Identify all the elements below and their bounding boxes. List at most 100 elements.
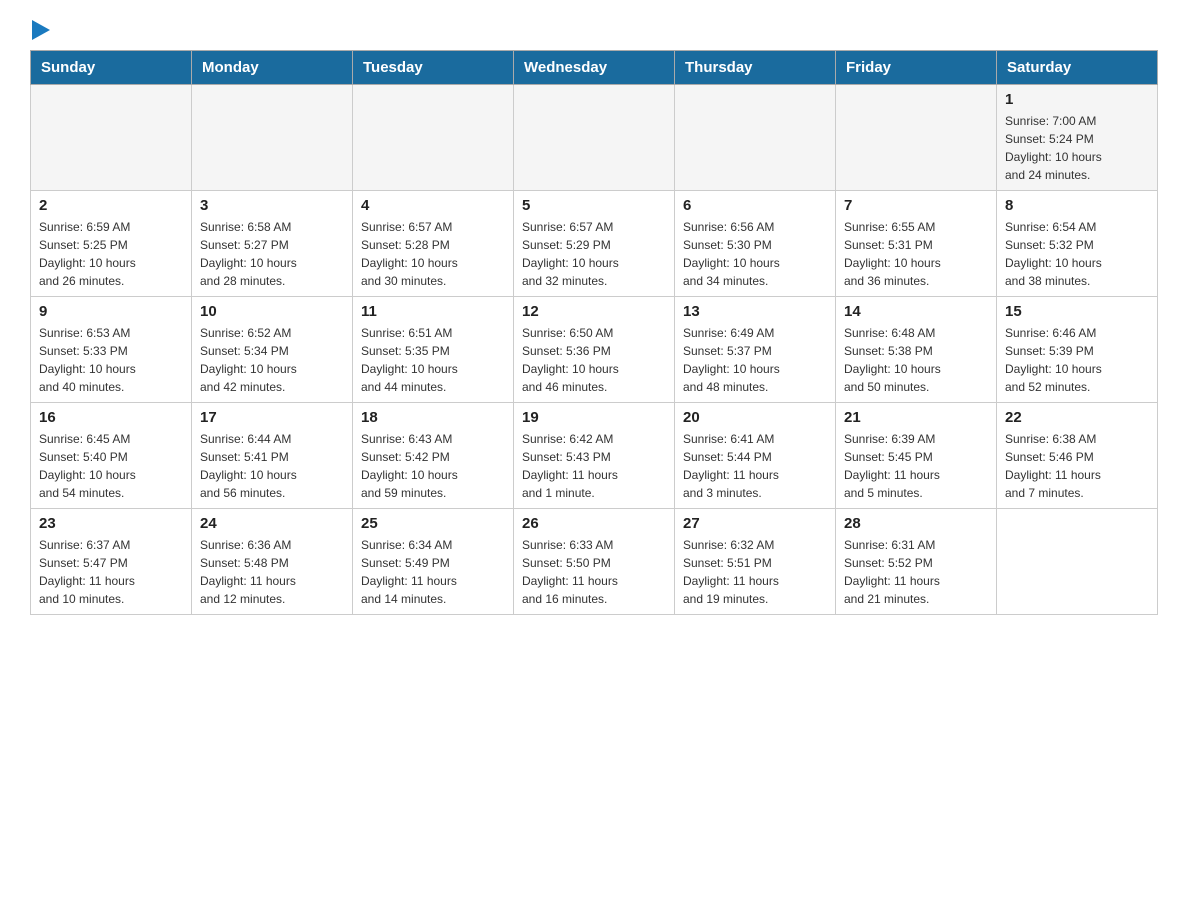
calendar-cell	[836, 85, 997, 191]
calendar-header-tuesday: Tuesday	[353, 51, 514, 85]
day-info: Sunrise: 6:58 AM Sunset: 5:27 PM Dayligh…	[200, 218, 344, 290]
calendar-cell	[675, 85, 836, 191]
calendar-cell: 24 Sunrise: 6:36 AM Sunset: 5:48 PM Dayli…	[192, 509, 353, 615]
calendar-cell: 25 Sunrise: 6:34 AM Sunset: 5:49 PM Dayli…	[353, 509, 514, 615]
calendar-cell: 26 Sunrise: 6:33 AM Sunset: 5:50 PM Dayli…	[514, 509, 675, 615]
day-number: 1	[1005, 91, 1149, 108]
calendar-header-saturday: Saturday	[997, 51, 1158, 85]
day-number: 4	[361, 197, 505, 214]
calendar-cell: 3 Sunrise: 6:58 AM Sunset: 5:27 PM Daylig…	[192, 191, 353, 297]
day-info: Sunrise: 6:36 AM Sunset: 5:48 PM Dayligh…	[200, 536, 344, 608]
calendar-header-wednesday: Wednesday	[514, 51, 675, 85]
calendar-cell: 1 Sunrise: 7:00 AM Sunset: 5:24 PM Daylig…	[997, 85, 1158, 191]
day-info: Sunrise: 6:51 AM Sunset: 5:35 PM Dayligh…	[361, 324, 505, 396]
calendar-cell: 8 Sunrise: 6:54 AM Sunset: 5:32 PM Daylig…	[997, 191, 1158, 297]
calendar-cell	[192, 85, 353, 191]
calendar-cell	[353, 85, 514, 191]
day-number: 14	[844, 303, 988, 320]
day-info: Sunrise: 6:57 AM Sunset: 5:28 PM Dayligh…	[361, 218, 505, 290]
calendar-cell: 16 Sunrise: 6:45 AM Sunset: 5:40 PM Dayli…	[31, 403, 192, 509]
calendar-cell: 13 Sunrise: 6:49 AM Sunset: 5:37 PM Dayli…	[675, 297, 836, 403]
calendar-cell: 21 Sunrise: 6:39 AM Sunset: 5:45 PM Dayli…	[836, 403, 997, 509]
day-info: Sunrise: 6:45 AM Sunset: 5:40 PM Dayligh…	[39, 430, 183, 502]
day-number: 17	[200, 409, 344, 426]
day-info: Sunrise: 6:59 AM Sunset: 5:25 PM Dayligh…	[39, 218, 183, 290]
day-number: 20	[683, 409, 827, 426]
day-number: 18	[361, 409, 505, 426]
calendar-cell: 19 Sunrise: 6:42 AM Sunset: 5:43 PM Dayli…	[514, 403, 675, 509]
calendar-cell: 20 Sunrise: 6:41 AM Sunset: 5:44 PM Dayli…	[675, 403, 836, 509]
day-info: Sunrise: 6:41 AM Sunset: 5:44 PM Dayligh…	[683, 430, 827, 502]
day-number: 9	[39, 303, 183, 320]
day-number: 24	[200, 515, 344, 532]
calendar-cell: 6 Sunrise: 6:56 AM Sunset: 5:30 PM Daylig…	[675, 191, 836, 297]
calendar-table: SundayMondayTuesdayWednesdayThursdayFrid…	[30, 50, 1158, 615]
day-info: Sunrise: 6:54 AM Sunset: 5:32 PM Dayligh…	[1005, 218, 1149, 290]
calendar-header-thursday: Thursday	[675, 51, 836, 85]
day-number: 19	[522, 409, 666, 426]
calendar-cell	[514, 85, 675, 191]
day-number: 3	[200, 197, 344, 214]
calendar-cell: 5 Sunrise: 6:57 AM Sunset: 5:29 PM Daylig…	[514, 191, 675, 297]
calendar-cell: 22 Sunrise: 6:38 AM Sunset: 5:46 PM Dayli…	[997, 403, 1158, 509]
day-number: 16	[39, 409, 183, 426]
day-number: 8	[1005, 197, 1149, 214]
day-info: Sunrise: 6:56 AM Sunset: 5:30 PM Dayligh…	[683, 218, 827, 290]
day-info: Sunrise: 7:00 AM Sunset: 5:24 PM Dayligh…	[1005, 112, 1149, 184]
day-info: Sunrise: 6:39 AM Sunset: 5:45 PM Dayligh…	[844, 430, 988, 502]
calendar-week-row: 16 Sunrise: 6:45 AM Sunset: 5:40 PM Dayli…	[31, 403, 1158, 509]
calendar-cell: 4 Sunrise: 6:57 AM Sunset: 5:28 PM Daylig…	[353, 191, 514, 297]
day-info: Sunrise: 6:32 AM Sunset: 5:51 PM Dayligh…	[683, 536, 827, 608]
day-info: Sunrise: 6:43 AM Sunset: 5:42 PM Dayligh…	[361, 430, 505, 502]
day-number: 2	[39, 197, 183, 214]
day-info: Sunrise: 6:42 AM Sunset: 5:43 PM Dayligh…	[522, 430, 666, 502]
calendar-cell: 14 Sunrise: 6:48 AM Sunset: 5:38 PM Dayli…	[836, 297, 997, 403]
day-info: Sunrise: 6:31 AM Sunset: 5:52 PM Dayligh…	[844, 536, 988, 608]
calendar-cell: 2 Sunrise: 6:59 AM Sunset: 5:25 PM Daylig…	[31, 191, 192, 297]
day-number: 25	[361, 515, 505, 532]
calendar-cell: 9 Sunrise: 6:53 AM Sunset: 5:33 PM Daylig…	[31, 297, 192, 403]
day-info: Sunrise: 6:48 AM Sunset: 5:38 PM Dayligh…	[844, 324, 988, 396]
calendar-header-row: SundayMondayTuesdayWednesdayThursdayFrid…	[31, 51, 1158, 85]
calendar-week-row: 2 Sunrise: 6:59 AM Sunset: 5:25 PM Daylig…	[31, 191, 1158, 297]
day-number: 6	[683, 197, 827, 214]
day-number: 22	[1005, 409, 1149, 426]
logo	[30, 20, 50, 40]
page-header	[30, 20, 1158, 40]
day-number: 15	[1005, 303, 1149, 320]
calendar-cell: 28 Sunrise: 6:31 AM Sunset: 5:52 PM Dayli…	[836, 509, 997, 615]
logo-triangle-icon	[32, 20, 50, 40]
day-number: 21	[844, 409, 988, 426]
calendar-cell: 23 Sunrise: 6:37 AM Sunset: 5:47 PM Dayli…	[31, 509, 192, 615]
calendar-cell: 7 Sunrise: 6:55 AM Sunset: 5:31 PM Daylig…	[836, 191, 997, 297]
calendar-week-row: 1 Sunrise: 7:00 AM Sunset: 5:24 PM Daylig…	[31, 85, 1158, 191]
day-number: 7	[844, 197, 988, 214]
day-number: 23	[39, 515, 183, 532]
day-info: Sunrise: 6:44 AM Sunset: 5:41 PM Dayligh…	[200, 430, 344, 502]
day-info: Sunrise: 6:53 AM Sunset: 5:33 PM Dayligh…	[39, 324, 183, 396]
day-info: Sunrise: 6:49 AM Sunset: 5:37 PM Dayligh…	[683, 324, 827, 396]
day-number: 5	[522, 197, 666, 214]
calendar-header-sunday: Sunday	[31, 51, 192, 85]
calendar-week-row: 23 Sunrise: 6:37 AM Sunset: 5:47 PM Dayli…	[31, 509, 1158, 615]
day-info: Sunrise: 6:57 AM Sunset: 5:29 PM Dayligh…	[522, 218, 666, 290]
day-info: Sunrise: 6:55 AM Sunset: 5:31 PM Dayligh…	[844, 218, 988, 290]
day-number: 11	[361, 303, 505, 320]
calendar-cell	[31, 85, 192, 191]
day-info: Sunrise: 6:37 AM Sunset: 5:47 PM Dayligh…	[39, 536, 183, 608]
day-number: 13	[683, 303, 827, 320]
day-info: Sunrise: 6:33 AM Sunset: 5:50 PM Dayligh…	[522, 536, 666, 608]
calendar-cell: 10 Sunrise: 6:52 AM Sunset: 5:34 PM Dayli…	[192, 297, 353, 403]
calendar-week-row: 9 Sunrise: 6:53 AM Sunset: 5:33 PM Daylig…	[31, 297, 1158, 403]
day-number: 26	[522, 515, 666, 532]
calendar-cell: 15 Sunrise: 6:46 AM Sunset: 5:39 PM Dayli…	[997, 297, 1158, 403]
day-number: 10	[200, 303, 344, 320]
day-number: 28	[844, 515, 988, 532]
day-info: Sunrise: 6:34 AM Sunset: 5:49 PM Dayligh…	[361, 536, 505, 608]
day-info: Sunrise: 6:38 AM Sunset: 5:46 PM Dayligh…	[1005, 430, 1149, 502]
day-info: Sunrise: 6:52 AM Sunset: 5:34 PM Dayligh…	[200, 324, 344, 396]
calendar-cell: 18 Sunrise: 6:43 AM Sunset: 5:42 PM Dayli…	[353, 403, 514, 509]
calendar-cell: 12Sunrise: 6:50 AM Sunset: 5:36 PM Dayli…	[514, 297, 675, 403]
day-info: Sunrise: 6:46 AM Sunset: 5:39 PM Dayligh…	[1005, 324, 1149, 396]
calendar-cell: 17 Sunrise: 6:44 AM Sunset: 5:41 PM Dayli…	[192, 403, 353, 509]
